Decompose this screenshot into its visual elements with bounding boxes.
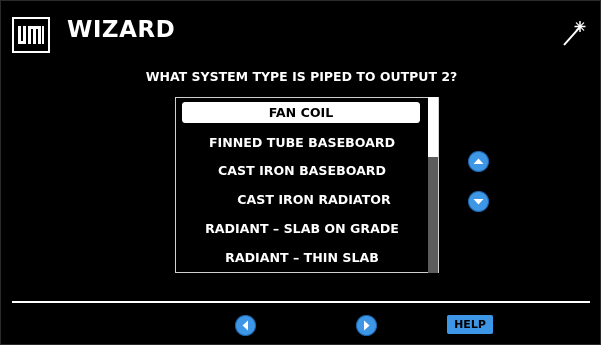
list-scrollbar[interactable] xyxy=(428,97,438,273)
next-button[interactable] xyxy=(356,315,377,336)
list-item-finned-tube-baseboard[interactable]: FINNED TUBE BASEBOARD xyxy=(176,132,428,153)
help-button[interactable]: HELP xyxy=(447,315,493,334)
list-item-cast-iron-baseboard[interactable]: CAST IRON BASEBOARD xyxy=(176,160,428,181)
wizard-screen: WIZARD WHAT SYSTEM TYPE IS PIPED TO OUTP… xyxy=(0,0,601,345)
list-item-cast-iron-radiator[interactable]: CAST IRON RADIATOR xyxy=(188,189,438,210)
list-item-radiant-thin-slab[interactable]: RADIANT – THIN SLAB xyxy=(176,247,428,268)
chevron-right-icon xyxy=(364,320,370,331)
chevron-left-icon xyxy=(242,320,248,331)
wizard-question: WHAT SYSTEM TYPE IS PIPED TO OUTPUT 2? xyxy=(145,69,458,84)
scroll-down-button[interactable] xyxy=(468,191,489,212)
list-item-radiant-slab-on-grade[interactable]: RADIANT – SLAB ON GRADE xyxy=(176,218,428,239)
footer-divider xyxy=(12,301,590,303)
scrollbar-thumb[interactable] xyxy=(428,97,438,157)
chevron-down-icon xyxy=(473,199,484,205)
scroll-up-button[interactable] xyxy=(468,151,489,172)
back-button[interactable] xyxy=(235,315,256,336)
system-type-list: FAN COIL FINNED TUBE BASEBOARD CAST IRON… xyxy=(175,97,439,273)
magic-wand-icon[interactable] xyxy=(561,19,587,47)
chevron-up-icon xyxy=(473,158,484,164)
page-title: WIZARD xyxy=(67,17,176,43)
list-item-fan-coil[interactable]: FAN COIL xyxy=(182,102,420,123)
logo-icon xyxy=(12,17,50,53)
